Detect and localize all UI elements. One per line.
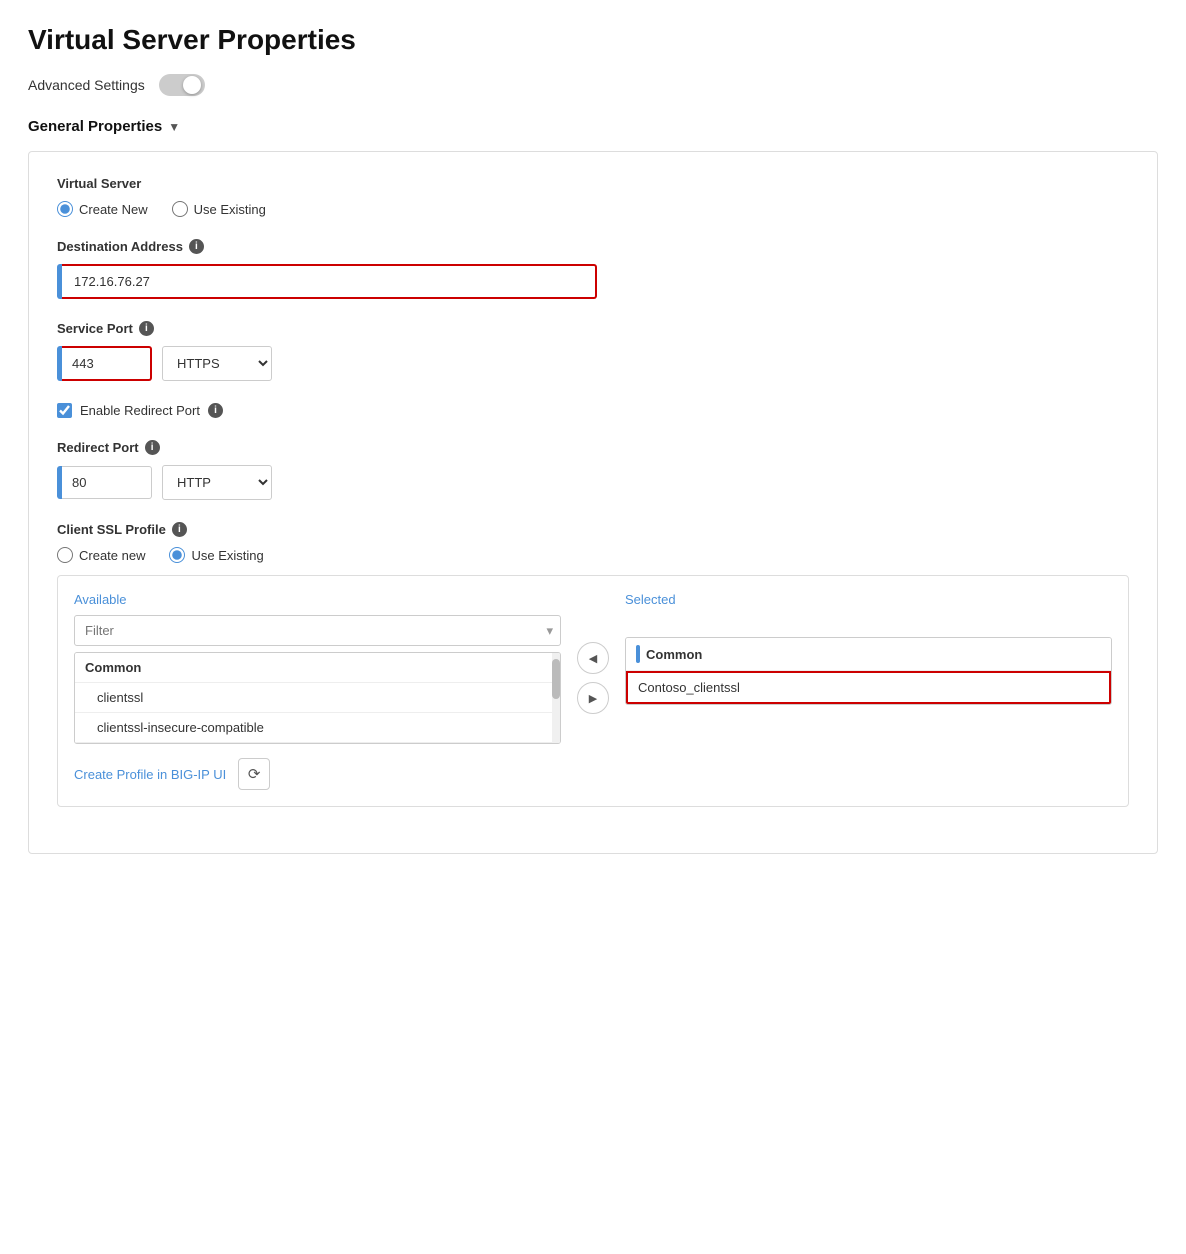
toggle-track bbox=[159, 74, 205, 96]
client-ssl-use-existing[interactable]: Use Existing bbox=[169, 547, 263, 563]
profile-cols: Available ▾ Common clientssl clientssl-i… bbox=[74, 592, 1112, 744]
general-properties-header[interactable]: General Properties ▼ bbox=[28, 118, 1158, 135]
virtual-server-create-new[interactable]: Create New bbox=[57, 201, 148, 217]
selected-col-title: Selected bbox=[625, 592, 1112, 607]
selected-group-common[interactable]: Common bbox=[626, 638, 1111, 671]
available-list-box: Common clientssl clientssl-insecure-comp… bbox=[74, 652, 561, 744]
enable-redirect-info-icon[interactable]: i bbox=[208, 403, 223, 418]
selected-list-box: Common Contoso_clientssl bbox=[625, 637, 1112, 705]
selected-item-contoso[interactable]: Contoso_clientssl bbox=[626, 671, 1111, 704]
available-group-common[interactable]: Common bbox=[75, 653, 560, 683]
redirect-port-field: Redirect Port i HTTP HTTPS FTP OTHER bbox=[57, 440, 1129, 500]
filter-input[interactable] bbox=[74, 615, 561, 646]
client-ssl-radio-group: Create new Use Existing bbox=[57, 547, 1129, 563]
selected-group-name: Common bbox=[646, 647, 702, 662]
transfer-right-button[interactable]: ▶ bbox=[577, 682, 609, 714]
profile-selector: Available ▾ Common clientssl clientssl-i… bbox=[57, 575, 1129, 807]
redirect-protocol-select[interactable]: HTTP HTTPS FTP OTHER bbox=[162, 465, 272, 500]
filter-input-wrap: ▾ bbox=[74, 615, 561, 646]
available-scrollbar[interactable] bbox=[552, 653, 560, 743]
service-port-field: Service Port i HTTPS HTTP FTP SMTP OTHER bbox=[57, 321, 1129, 381]
service-port-input-wrap bbox=[57, 346, 152, 381]
available-col-title: Available bbox=[74, 592, 561, 607]
redirect-port-info-icon[interactable]: i bbox=[145, 440, 160, 455]
general-properties-card: Virtual Server Create New Use Existing D… bbox=[28, 151, 1158, 854]
advanced-settings-toggle[interactable] bbox=[159, 74, 205, 96]
selected-group-blue-bar bbox=[636, 645, 640, 663]
filter-icon: ▾ bbox=[546, 623, 553, 639]
transfer-col: ◀ ▶ bbox=[577, 592, 609, 714]
available-scrollbar-thumb bbox=[552, 659, 560, 699]
transfer-left-button[interactable]: ◀ bbox=[577, 642, 609, 674]
redirect-port-row: HTTP HTTPS FTP OTHER bbox=[57, 465, 1129, 500]
use-existing-label: Use Existing bbox=[194, 202, 266, 217]
enable-redirect-port-label: Enable Redirect Port bbox=[80, 403, 200, 418]
available-column: Available ▾ Common clientssl clientssl-i… bbox=[74, 592, 561, 744]
destination-address-input[interactable] bbox=[62, 264, 597, 299]
general-properties-label: General Properties bbox=[28, 118, 162, 135]
destination-address-input-wrap bbox=[57, 264, 597, 299]
service-protocol-select[interactable]: HTTPS HTTP FTP SMTP OTHER bbox=[162, 346, 272, 381]
virtual-server-radio-group: Create New Use Existing bbox=[57, 201, 1129, 217]
redirect-port-input-wrap bbox=[57, 466, 152, 499]
client-ssl-info-icon[interactable]: i bbox=[172, 522, 187, 537]
client-ssl-profile-label: Client SSL Profile i bbox=[57, 522, 1129, 537]
available-list-inner: Common clientssl clientssl-insecure-comp… bbox=[75, 653, 560, 743]
service-port-info-icon[interactable]: i bbox=[139, 321, 154, 336]
service-port-row: HTTPS HTTP FTP SMTP OTHER bbox=[57, 346, 1129, 381]
client-ssl-create-new-label: Create new bbox=[79, 548, 145, 563]
available-item-clientssl[interactable]: clientssl bbox=[75, 683, 560, 713]
client-ssl-profile-field: Client SSL Profile i Create new Use Exis… bbox=[57, 522, 1129, 807]
enable-redirect-port-checkbox[interactable] bbox=[57, 403, 72, 418]
virtual-server-use-existing[interactable]: Use Existing bbox=[172, 201, 266, 217]
client-ssl-use-existing-label: Use Existing bbox=[191, 548, 263, 563]
chevron-down-icon: ▼ bbox=[168, 120, 180, 134]
advanced-settings-label: Advanced Settings bbox=[28, 77, 145, 93]
destination-address-info-icon[interactable]: i bbox=[189, 239, 204, 254]
create-new-label: Create New bbox=[79, 202, 148, 217]
page-title: Virtual Server Properties bbox=[28, 24, 1158, 56]
virtual-server-field: Virtual Server Create New Use Existing bbox=[57, 176, 1129, 217]
redirect-port-label: Redirect Port i bbox=[57, 440, 1129, 455]
advanced-settings-row: Advanced Settings bbox=[28, 74, 1158, 96]
service-port-label: Service Port i bbox=[57, 321, 1129, 336]
enable-redirect-port-row: Enable Redirect Port i bbox=[57, 403, 1129, 418]
service-port-input[interactable] bbox=[62, 346, 152, 381]
toggle-thumb bbox=[183, 76, 201, 94]
profile-footer: Create Profile in BIG-IP UI ⟳ bbox=[74, 758, 1112, 790]
selected-column: Selected Common Contoso_clientssl bbox=[625, 592, 1112, 705]
available-item-clientssl-insecure[interactable]: clientssl-insecure-compatible bbox=[75, 713, 560, 743]
virtual-server-label: Virtual Server bbox=[57, 176, 1129, 191]
redirect-port-input[interactable] bbox=[62, 466, 152, 499]
refresh-button[interactable]: ⟳ bbox=[238, 758, 270, 790]
client-ssl-create-new[interactable]: Create new bbox=[57, 547, 145, 563]
create-profile-link[interactable]: Create Profile in BIG-IP UI bbox=[74, 767, 226, 782]
destination-address-label: Destination Address i bbox=[57, 239, 1129, 254]
destination-address-field: Destination Address i bbox=[57, 239, 1129, 299]
